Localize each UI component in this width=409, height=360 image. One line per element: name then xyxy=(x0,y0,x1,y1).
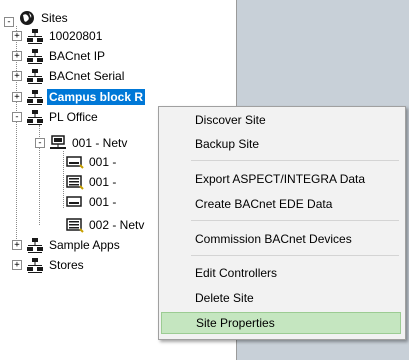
tree-item-site[interactable]: + Sample Apps xyxy=(12,236,122,254)
tree-connector xyxy=(63,151,64,208)
menu-item-discover-site[interactable]: Discover Site xyxy=(161,109,401,131)
tree-label: 001 - xyxy=(89,175,117,189)
controller-icon xyxy=(66,196,82,207)
site-network-icon xyxy=(27,110,43,125)
tree-label: Sites xyxy=(41,11,68,25)
tree-label: 001 - xyxy=(89,195,117,209)
tree-item-site-selected[interactable]: + Campus block R xyxy=(12,88,146,106)
collapse-expander[interactable]: - xyxy=(35,138,45,148)
context-menu: Discover Site Backup Site Export ASPECT/… xyxy=(158,106,406,340)
tree-item-site[interactable]: + BACnet IP xyxy=(12,47,107,65)
site-network-icon xyxy=(27,29,43,44)
controller-icon xyxy=(66,156,84,169)
menu-item-export-aspect-integra[interactable]: Export ASPECT/INTEGRA Data xyxy=(161,168,401,190)
tree-label: Sample Apps xyxy=(49,238,120,252)
tree-item-network[interactable]: 002 - Netv xyxy=(66,216,146,234)
tree-label: Campus block R xyxy=(47,89,146,105)
site-network-icon xyxy=(27,69,43,84)
menu-separator xyxy=(191,255,399,256)
tree-item-site[interactable]: + BACnet Serial xyxy=(12,67,126,85)
tree-label: 001 - xyxy=(89,155,117,169)
expand-expander[interactable]: + xyxy=(12,240,22,250)
site-network-icon xyxy=(27,238,43,253)
tree-label: BACnet Serial xyxy=(49,69,125,83)
site-network-icon xyxy=(27,49,43,64)
menu-item-create-bacnet-ede[interactable]: Create BACnet EDE Data xyxy=(161,193,401,215)
site-network-icon xyxy=(27,258,43,273)
menu-separator xyxy=(191,160,399,161)
tree-label: 001 - Netv xyxy=(72,136,128,150)
tree-item-site[interactable]: + Stores xyxy=(12,256,86,274)
expand-expander[interactable]: + xyxy=(12,71,22,81)
tree-item-controller[interactable]: 001 - xyxy=(66,193,118,211)
globe-icon xyxy=(20,11,34,25)
controller-icon xyxy=(66,175,84,190)
tree-item-controller[interactable]: 001 - xyxy=(66,173,118,191)
collapse-expander[interactable]: - xyxy=(4,17,14,27)
tree-item-site[interactable]: + 10020801 xyxy=(12,27,104,45)
tree-label: Stores xyxy=(49,258,84,272)
tree-item-network[interactable]: - 001 - Netv xyxy=(35,134,129,152)
menu-item-site-properties[interactable]: Site Properties xyxy=(161,312,401,334)
tree-label: PL Office xyxy=(49,110,98,124)
tree-root-sites[interactable]: - Sites xyxy=(4,9,70,27)
expand-expander[interactable]: + xyxy=(12,260,22,270)
tree-label: 10020801 xyxy=(49,29,103,43)
tree-label: 002 - Netv xyxy=(89,218,145,232)
site-network-icon xyxy=(27,90,43,105)
expand-expander[interactable]: + xyxy=(12,51,22,61)
network-icon xyxy=(50,135,66,149)
collapse-expander[interactable]: - xyxy=(12,112,22,122)
tree-label: BACnet IP xyxy=(49,49,106,63)
tree-item-site[interactable]: - PL Office xyxy=(12,108,100,126)
menu-item-edit-controllers[interactable]: Edit Controllers xyxy=(161,262,401,284)
menu-item-backup-site[interactable]: Backup Site xyxy=(161,133,401,155)
menu-item-commission-bacnet[interactable]: Commission BACnet Devices xyxy=(161,228,401,250)
tree-item-controller[interactable]: 001 - xyxy=(66,153,118,171)
menu-separator xyxy=(191,220,399,221)
expand-expander[interactable]: + xyxy=(12,92,22,102)
expand-expander[interactable]: + xyxy=(12,31,22,41)
network-icon xyxy=(66,218,84,233)
menu-item-delete-site[interactable]: Delete Site xyxy=(161,287,401,309)
